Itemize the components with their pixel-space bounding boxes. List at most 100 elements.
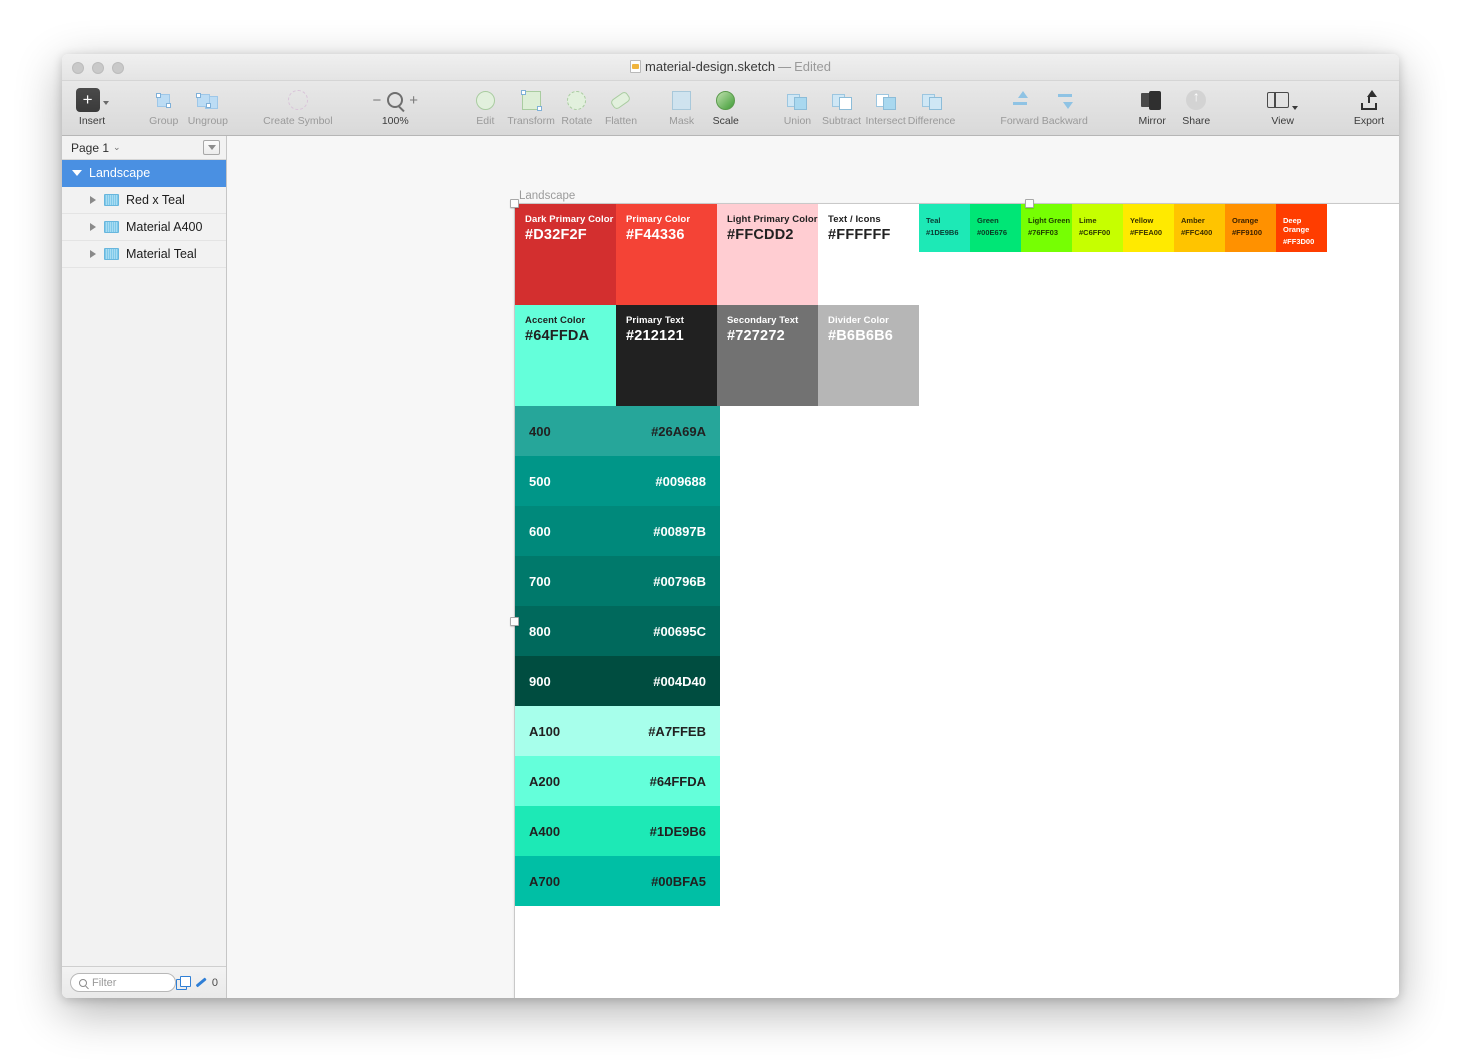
disclosure-open-icon[interactable] [72, 170, 82, 176]
toolbar-item-intersect[interactable]: Intersect [864, 85, 908, 127]
page-name[interactable]: Page 1 [71, 141, 109, 155]
toolbar-item-edit[interactable]: Edit [463, 85, 507, 127]
duplicate-icon[interactable] [175, 976, 191, 990]
toolbar-label: Backward [1041, 115, 1088, 127]
shade-hex: #00796B [653, 573, 706, 589]
layer-row-landscape[interactable]: Landscape [62, 160, 226, 187]
artboard-label[interactable]: Landscape [519, 190, 575, 202]
swatch-name: Primary Text [626, 315, 685, 326]
toolbar-item-create-symbol[interactable]: Create Symbol [257, 85, 338, 127]
selection-handle-top-left[interactable] [510, 199, 519, 208]
mini-swatch-hex: #FFEA00 [1130, 228, 1163, 237]
toolbar-item-zoom[interactable]: − + 100% [355, 85, 436, 128]
color-swatch-accent-color[interactable]: Accent Color #64FFDA [515, 305, 616, 406]
mini-swatch-name: Orange [1232, 216, 1259, 225]
toolbar-item-mask[interactable]: Mask [660, 85, 704, 127]
pen-icon[interactable] [194, 976, 207, 989]
toolbar-item-forward[interactable]: Forward [998, 85, 1042, 127]
shade-hex: #00897B [653, 523, 706, 539]
zoom-out-button[interactable]: − [373, 92, 382, 109]
artboard[interactable]: Dark Primary Color #D32F2F Primary Color #F… [515, 204, 1399, 998]
window-title: material-design.sketch — Edited [62, 59, 1399, 74]
main-toolbar: + Insert Group Ungroup Create Symbol − + [62, 81, 1399, 136]
color-swatch-dark-primary-color[interactable]: Dark Primary Color #D32F2F [515, 204, 616, 305]
filter-funnel-icon[interactable] [203, 140, 220, 155]
toolbar-item-union[interactable]: Union [775, 85, 819, 127]
toolbar-item-backward[interactable]: Backward [1042, 85, 1088, 127]
teal-shade-row-900[interactable]: 900 #004D40 [515, 656, 720, 706]
toolbar-item-mirror[interactable]: Mirror [1130, 85, 1174, 127]
teal-shade-row-700[interactable]: 700 #00796B [515, 556, 720, 606]
teal-shade-row-a100[interactable]: A100 #A7FFEB [515, 706, 720, 756]
swatch-name: Accent Color [525, 315, 586, 326]
flatten-icon [610, 90, 632, 110]
mini-swatch-orange[interactable]: Orange #FF9100 [1225, 204, 1276, 252]
layer-row-material-a400[interactable]: Material A400 [62, 214, 226, 241]
toolbar-item-share[interactable]: Share [1174, 85, 1218, 127]
toolbar-label: Group [149, 115, 179, 127]
mini-swatch-light-green[interactable]: Light Green #76FF03 [1021, 204, 1072, 252]
zoom-in-button[interactable]: + [409, 92, 418, 109]
shade-hex: #1DE9B6 [649, 823, 706, 839]
shade-hex: #26A69A [651, 423, 706, 439]
move-backward-icon [1056, 91, 1074, 109]
swatch-name: Light Primary Color [727, 214, 818, 225]
teal-shade-row-800[interactable]: 800 #00695C [515, 606, 720, 656]
create-symbol-icon [287, 90, 308, 110]
teal-shade-row-a400[interactable]: A400 #1DE9B6 [515, 806, 720, 856]
mini-swatch-green[interactable]: Green #00E676 [970, 204, 1021, 252]
mini-swatch-deep-orange[interactable]: Deep Orange #FF3D00 [1276, 204, 1327, 252]
swatch-hex: #FFFFFF [828, 227, 891, 243]
shade-hex: #004D40 [653, 673, 706, 689]
toolbar-item-transform[interactable]: Transform [507, 85, 555, 127]
layer-row-material-teal[interactable]: Material Teal [62, 241, 226, 268]
color-swatch-primary-color[interactable]: Primary Color #F44336 [616, 204, 717, 305]
mini-swatch-teal[interactable]: Teal #1DE9B6 [919, 204, 970, 252]
toolbar-item-view[interactable]: View [1261, 85, 1305, 127]
shade-label: 400 [529, 423, 551, 439]
shade-hex: #A7FFEB [648, 723, 706, 739]
mini-swatch-hex: #76FF03 [1028, 228, 1059, 237]
canvas-area[interactable]: Landscape Dark Primary Color #D32F2F Prima… [227, 136, 1399, 998]
disclosure-closed-icon[interactable] [90, 250, 96, 258]
toolbar-item-subtract[interactable]: Subtract [819, 85, 863, 127]
toolbar-item-ungroup[interactable]: Ungroup [186, 85, 230, 127]
color-swatch-text-icons[interactable]: Text / Icons #FFFFFF [818, 204, 919, 305]
teal-shade-row-a700[interactable]: A700 #00BFA5 [515, 856, 720, 906]
mini-swatch-hex: #FF3D00 [1283, 237, 1315, 246]
mini-swatch-name: Teal [926, 216, 941, 225]
transform-icon [520, 89, 542, 111]
selection-handle-top-center[interactable] [1025, 199, 1034, 208]
toolbar-item-difference[interactable]: Difference [908, 85, 955, 127]
toolbar-label: Insert [78, 115, 106, 127]
toolbar-label: Transform [507, 115, 555, 127]
layer-row-red-x-teal[interactable]: Red x Teal [62, 187, 226, 214]
toolbar-item-export[interactable]: Export [1347, 85, 1391, 127]
disclosure-closed-icon[interactable] [90, 223, 96, 231]
mini-swatch-lime[interactable]: Lime #C6FF00 [1072, 204, 1123, 252]
mini-swatch-yellow[interactable]: Yellow #FFEA00 [1123, 204, 1174, 252]
teal-shade-row-600[interactable]: 600 #00897B [515, 506, 720, 556]
chevron-down-icon[interactable]: ⌄ [113, 142, 121, 153]
toolbar-item-insert[interactable]: + Insert [70, 85, 114, 127]
mini-swatch-amber[interactable]: Amber #FFC400 [1174, 204, 1225, 252]
toolbar-item-scale[interactable]: Scale [704, 85, 748, 127]
color-swatch-light-primary-color[interactable]: Light Primary Color #FFCDD2 [717, 204, 818, 305]
teal-shade-row-500[interactable]: 500 #009688 [515, 456, 720, 506]
mini-swatch-name: Green [977, 216, 999, 225]
color-swatch-primary-text[interactable]: Primary Text #212121 [616, 305, 717, 406]
disclosure-closed-icon[interactable] [90, 196, 96, 204]
filter-input[interactable]: Filter [70, 973, 176, 992]
toolbar-item-flatten[interactable]: Flatten [599, 85, 643, 127]
teal-shade-row-a200[interactable]: A200 #64FFDA [515, 756, 720, 806]
toolbar-item-group[interactable]: Group [142, 85, 186, 127]
group-folder-icon [104, 248, 119, 260]
color-swatch-divider-color[interactable]: Divider Color #B6B6B6 [818, 305, 919, 406]
toolbar-item-rotate[interactable]: Rotate [555, 85, 599, 127]
color-swatch-secondary-text[interactable]: Secondary Text #727272 [717, 305, 818, 406]
swatch-hex: #D32F2F [525, 227, 587, 243]
magnifier-icon[interactable] [387, 92, 404, 108]
toolbar-label: Ungroup [187, 115, 228, 127]
teal-shade-row-400[interactable]: 400 #26A69A [515, 406, 720, 456]
selection-handle-left-middle[interactable] [510, 617, 519, 626]
